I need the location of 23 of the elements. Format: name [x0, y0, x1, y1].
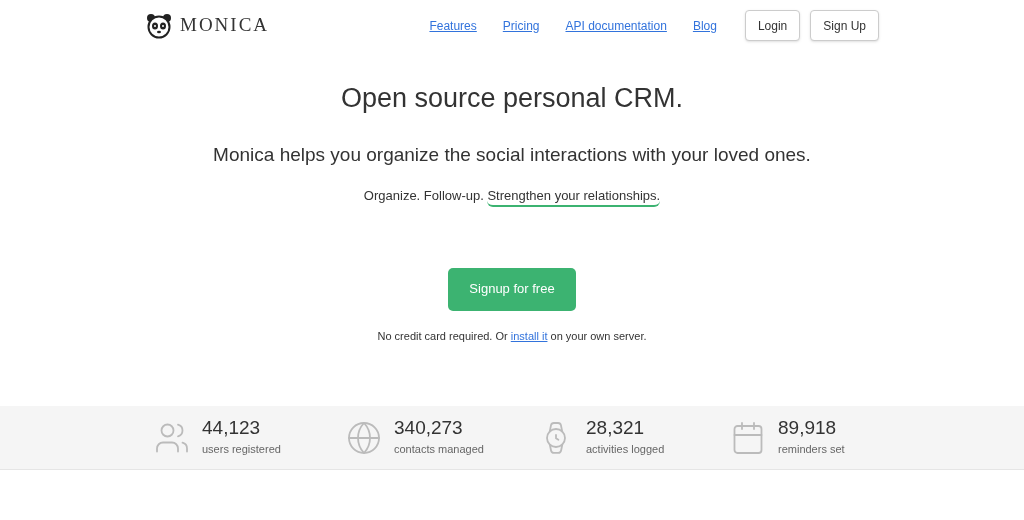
nav-button[interactable]: Sign Up [810, 10, 879, 41]
hero-title: Open source personal CRM. [340, 82, 684, 115]
stat-value: 28,321 [586, 417, 646, 440]
stat-label: users registered [202, 442, 281, 458]
tagline: Organize. Follow-up. Strengthen your relationships. [363, 186, 661, 206]
stat-value: 89,918 [778, 417, 838, 440]
nav-link[interactable]: Blog [692, 16, 717, 35]
install-link[interactable]: install it [510, 329, 548, 342]
signup-button[interactable]: Signup for free [448, 267, 576, 311]
panda-logo-icon [146, 12, 172, 39]
nav-link[interactable]: Pricing [502, 16, 540, 35]
stat-label: contacts managed [394, 442, 484, 458]
nav-link[interactable]: Features [429, 16, 477, 35]
stat-label: reminders set [778, 442, 845, 458]
signup-note: No credit card required. Or install it on your own server. [377, 328, 647, 344]
stat-value: 340,273 [394, 417, 464, 440]
nav-button[interactable]: Login [744, 10, 801, 41]
stat-label: activities logged [586, 442, 665, 458]
stat-value: 44,123 [202, 417, 262, 440]
logo-text: MONICA [180, 13, 270, 38]
globe-icon [346, 419, 382, 456]
hero-subtitle: Monica helps you organize the social interactions with your loved ones. [213, 142, 811, 167]
nav-link[interactable]: API documentation [565, 16, 667, 35]
